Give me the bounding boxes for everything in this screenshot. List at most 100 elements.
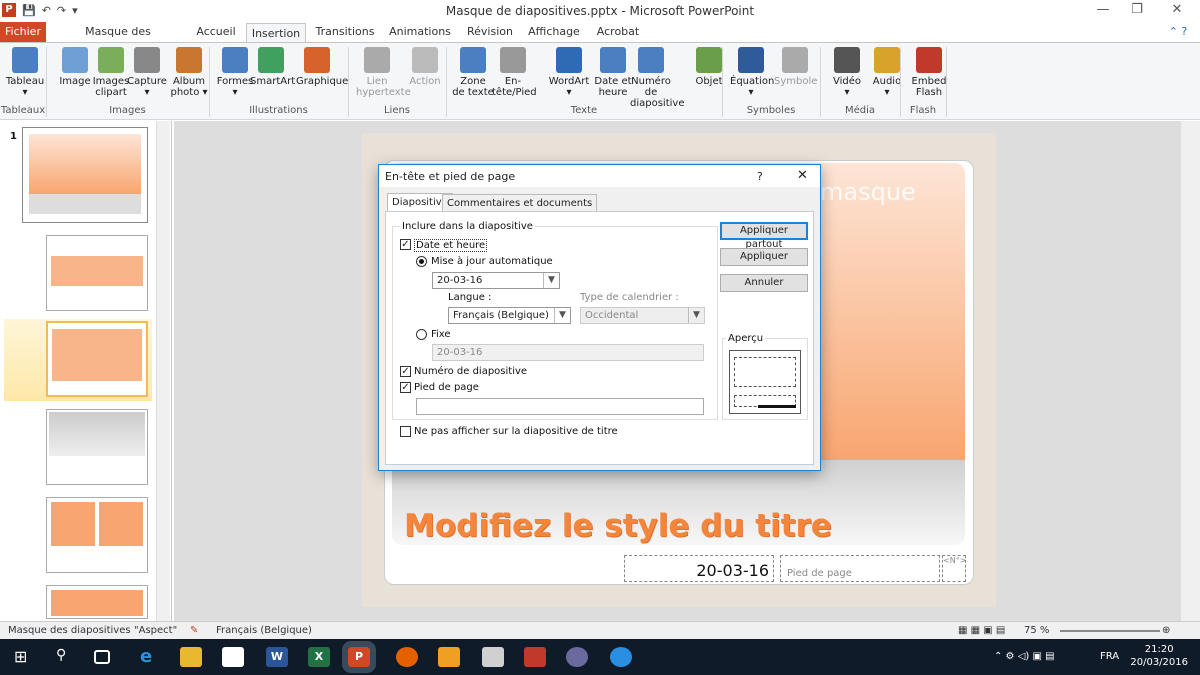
ribbon-button[interactable]: Embed Flash <box>908 47 950 98</box>
hide-title-slide-checkbox <box>400 426 411 437</box>
date-format-select[interactable]: 20-03-16 ▼ <box>432 272 560 289</box>
slide-number-checkbox[interactable]: ✓ <box>400 366 411 377</box>
date-placeholder[interactable]: 20-03-16 <box>624 555 774 582</box>
fixe-label[interactable]: Fixe <box>431 329 451 340</box>
slide-number-placeholder[interactable]: <N°> <box>942 555 966 582</box>
ribbon-button[interactable]: Album photo ▾ <box>168 47 210 98</box>
tab-acrobat[interactable]: Acrobat <box>590 22 646 42</box>
language-text[interactable]: Français (Belgique) <box>216 625 312 636</box>
master-thumbnail[interactable] <box>22 127 148 223</box>
ribbon-button-icon <box>134 47 160 73</box>
zoom-slider[interactable] <box>1060 630 1160 632</box>
tab-fichier[interactable]: Fichier <box>0 22 46 42</box>
tab-affichage[interactable]: Affichage <box>524 22 584 42</box>
tab-insertion[interactable]: Insertion <box>246 23 306 43</box>
ribbon-button[interactable]: Capture ▾ <box>126 47 168 98</box>
fixe-radio[interactable] <box>416 329 427 340</box>
tab-revision[interactable]: Révision <box>462 22 518 42</box>
footer-checkbox[interactable]: ✓ <box>400 382 411 393</box>
slide-title-placeholder[interactable]: Modifiez le style du titre <box>404 508 832 544</box>
ribbon-button[interactable]: Équation ▾ <box>730 47 774 98</box>
help-icon[interactable]: ⌃ ? <box>1160 22 1196 42</box>
clock[interactable]: 21:20 20/03/2016 <box>1130 643 1188 669</box>
minimize-icon[interactable]: — <box>1088 2 1118 17</box>
tray-icons[interactable]: ⌃ ⚙ ◁) ▣ ▤ <box>994 651 1055 662</box>
input-language[interactable]: FRA <box>1100 651 1119 662</box>
auto-update-label[interactable]: Mise à jour automatique <box>431 256 553 267</box>
thumbnails-scrollbar[interactable] <box>156 121 170 621</box>
hide-title-slide-label[interactable]: Ne pas afficher sur la diapositive de ti… <box>414 426 618 437</box>
task-view-icon[interactable] <box>94 650 110 664</box>
layout-thumbnail[interactable] <box>46 497 148 573</box>
outlook-icon[interactable] <box>438 647 460 667</box>
spellcheck-icon[interactable]: ✎ <box>190 625 198 636</box>
footer-text-input[interactable] <box>416 398 704 415</box>
tab-masque[interactable]: Masque des diapositives <box>54 22 182 58</box>
layout-thumbnail[interactable] <box>46 235 148 311</box>
word-icon[interactable]: W <box>266 647 288 667</box>
view-buttons-icon[interactable]: ▦ ▦ ▣ ▤ <box>958 625 1005 636</box>
ribbon-button[interactable]: Vidéo ▾ <box>826 47 868 98</box>
ribbon-button[interactable]: Audio ▾ <box>866 47 908 98</box>
ribbon-button-sublabel: heure <box>598 87 628 98</box>
app-icon[interactable] <box>610 647 632 667</box>
slide-number-label[interactable]: Numéro de diapositive <box>414 366 527 377</box>
tab-transitions[interactable]: Transitions <box>312 22 378 42</box>
group-texte: Texte <box>570 105 598 116</box>
explorer-icon[interactable] <box>180 647 202 667</box>
thumbnail-number: 1 <box>10 131 17 142</box>
ribbon-button[interactable]: Symbole <box>774 47 817 87</box>
ribbon-button-icon <box>782 47 808 73</box>
ribbon-button[interactable]: Date et heure <box>592 47 634 98</box>
date-checkbox[interactable]: ✓ <box>400 239 411 250</box>
restore-icon[interactable]: ❐ <box>1122 2 1152 17</box>
tab-commentaires[interactable]: Commentaires et documents <box>442 194 598 212</box>
windows-start-icon[interactable]: ⊞ <box>14 647 36 667</box>
footer-placeholder[interactable]: Pied de page <box>780 555 940 582</box>
layout-thumbnail[interactable] <box>46 585 148 619</box>
ribbon-button[interactable]: Tableau ▾ <box>4 47 46 98</box>
ribbon-button[interactable]: SmartArt <box>250 47 296 87</box>
ribbon-button[interactable]: WordArt ▾ <box>548 47 590 98</box>
slide-thumbnails-panel[interactable]: 1 <box>0 121 172 621</box>
tab-animations[interactable]: Animations <box>386 22 454 42</box>
footer-label[interactable]: Pied de page <box>414 382 479 393</box>
ribbon-button-label: Lien <box>366 76 388 87</box>
ribbon-button[interactable]: Objet <box>688 47 730 87</box>
auto-update-radio[interactable] <box>416 256 427 267</box>
ribbon-button[interactable]: En-tête/Pied <box>492 47 537 98</box>
excel-icon[interactable]: X <box>308 647 330 667</box>
ribbon-button[interactable]: Numéro de diapositive <box>630 47 684 109</box>
langue-select[interactable]: Français (Belgique) ▼ <box>448 307 571 324</box>
apply-all-button[interactable]: Appliquer partout <box>720 222 808 250</box>
cancel-button[interactable]: Annuler <box>720 274 808 292</box>
ribbon-button[interactable]: Graphique <box>296 47 348 87</box>
acrobat-icon[interactable] <box>524 647 546 667</box>
ribbon-button-sublabel: Flash <box>915 87 943 98</box>
date-label[interactable]: Date et heure <box>414 239 488 252</box>
store-icon[interactable] <box>222 647 244 667</box>
layout-thumbnail[interactable] <box>46 409 148 485</box>
ribbon-button-label: SmartArt <box>250 76 296 87</box>
close-window-icon[interactable]: ✕ <box>1162 2 1192 17</box>
close-icon[interactable]: ✕ <box>797 168 808 183</box>
apply-button[interactable]: Appliquer <box>720 248 808 266</box>
ribbon-button-sublabel: ▾ <box>144 87 150 98</box>
layout-thumbnail[interactable] <box>46 321 148 397</box>
app-icon[interactable] <box>566 647 588 667</box>
ribbon-button[interactable]: Lien hypertexte <box>356 47 411 98</box>
ribbon-button[interactable]: Action <box>404 47 446 87</box>
search-icon[interactable]: ⚲ <box>56 647 78 667</box>
media-player-icon[interactable] <box>482 647 504 667</box>
firefox-icon[interactable] <box>396 647 418 667</box>
canvas-scrollbar[interactable] <box>1180 121 1200 621</box>
ribbon-button-icon <box>638 47 664 73</box>
ribbon-button[interactable]: Zone de texte <box>452 47 494 98</box>
powerpoint-icon[interactable]: P <box>342 641 376 673</box>
zoom-level[interactable]: 75 % <box>1024 625 1049 636</box>
ribbon-button-sublabel: photo ▾ <box>170 87 208 98</box>
help-button[interactable]: ? <box>757 170 763 183</box>
edge-icon[interactable]: e <box>140 647 162 667</box>
tab-accueil[interactable]: Accueil <box>190 22 242 42</box>
zoom-in-icon[interactable]: ⊕ <box>1162 625 1170 636</box>
